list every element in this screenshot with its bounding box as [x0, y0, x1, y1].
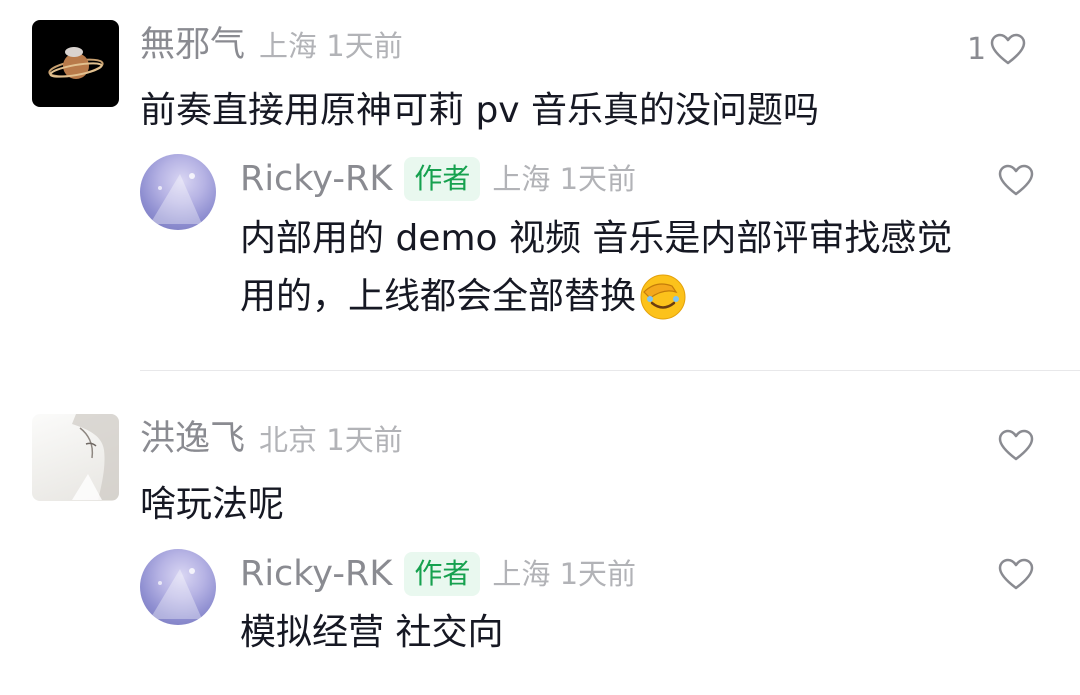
like-count: 1 [967, 31, 987, 67]
comment-text[interactable]: 啥玩法呢 [140, 476, 284, 534]
comment-location: 北京 [259, 423, 318, 457]
comment-author[interactable]: 無邪气 [140, 28, 245, 63]
comment-location: 上海 [259, 29, 318, 63]
avatar[interactable] [32, 414, 119, 501]
heart-outline-icon[interactable] [990, 33, 1026, 66]
reply-author[interactable]: Ricky-RK [240, 556, 392, 592]
avatar[interactable] [32, 20, 119, 107]
reply-text[interactable]: 内部用的 demo 视频 音乐是内部评审找感觉 用的，上线都会全部替换 [240, 210, 1060, 326]
reply-text-line: 内部用的 demo 视频 音乐是内部评审找感觉 [240, 218, 953, 259]
facepalm-emoji [638, 272, 688, 322]
comment-time: 1天前 [326, 29, 403, 63]
author-badge: 作者 [404, 157, 481, 201]
reply-location: 上海 [492, 556, 551, 591]
reply-time: 1天前 [559, 161, 637, 196]
reply-meta: 上海 1天前 [492, 161, 637, 196]
reply-text[interactable]: 模拟经营 社交向 [240, 604, 503, 662]
comment-text[interactable]: 前奏直接用原神可莉 pv 音乐真的没问题吗 [140, 82, 819, 140]
comment-meta: 北京 1天前 [259, 426, 403, 455]
heart-outline-icon[interactable] [998, 164, 1034, 197]
reply-location: 上海 [492, 161, 551, 196]
comment-meta: 上海 1天前 [259, 32, 403, 61]
reply-author[interactable]: Ricky-RK [240, 161, 392, 197]
reply-text-line: 用的，上线都会全部替换 [240, 276, 637, 317]
divider [140, 370, 1080, 371]
reply-time: 1天前 [559, 556, 637, 591]
comment-time: 1天前 [326, 423, 403, 457]
avatar[interactable] [140, 549, 216, 625]
heart-outline-icon[interactable] [998, 429, 1034, 462]
avatar[interactable] [140, 154, 216, 230]
author-badge: 作者 [404, 552, 481, 596]
comment-author[interactable]: 洪逸飞 [140, 422, 245, 457]
heart-outline-icon[interactable] [998, 558, 1034, 591]
reply-meta: 上海 1天前 [492, 556, 637, 591]
